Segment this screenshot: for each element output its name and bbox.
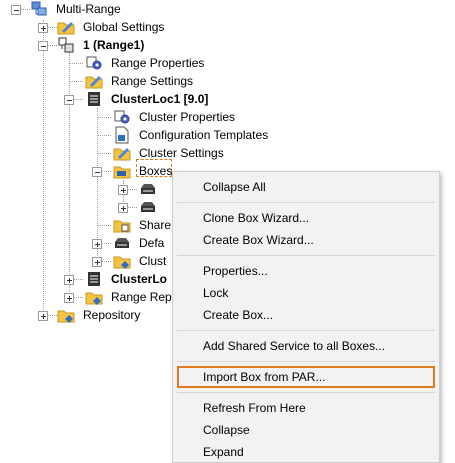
folder-cluster-icon <box>113 256 131 269</box>
box-b-expand-toggle[interactable] <box>118 203 128 213</box>
tree-node-label: Global Settings <box>83 20 165 34</box>
repository-expand-toggle[interactable] <box>38 311 48 321</box>
menu-item-collapse[interactable]: Collapse <box>177 419 435 441</box>
folder-repository-icon <box>85 292 103 305</box>
properties-gear-icon <box>86 56 102 70</box>
context-menu: Collapse All Clone Box Wizard... Create … <box>172 171 440 463</box>
tree-node-label: ClusterLo <box>111 272 168 286</box>
properties-gear-icon <box>114 110 130 124</box>
tree-node-label: Share <box>139 218 172 232</box>
root-collapse-toggle[interactable] <box>11 5 21 15</box>
menu-item-expand[interactable]: Expand <box>177 441 435 463</box>
menu-item-lock[interactable]: Lock <box>177 282 435 304</box>
box-a-expand-toggle[interactable] <box>118 185 128 195</box>
tree-node-label: Clust <box>139 254 167 268</box>
template-document-icon <box>115 126 129 144</box>
tree-node-label: Repository <box>83 308 141 322</box>
clusterloc1-collapse-toggle[interactable] <box>64 95 74 105</box>
cluster-server-icon <box>88 272 100 286</box>
tree-node-label: Cluster Properties <box>139 110 236 124</box>
default-expand-toggle[interactable] <box>92 239 102 249</box>
tree-node-label: Range Settings <box>111 74 194 88</box>
global-settings-expand-toggle[interactable] <box>38 23 48 33</box>
folder-shared-icon <box>113 220 131 233</box>
tree-node-label: Boxes <box>139 164 173 178</box>
menu-item-create-box-wizard[interactable]: Create Box Wizard... <box>177 229 435 251</box>
menu-separator <box>177 330 435 331</box>
box-device-icon <box>141 184 155 194</box>
tree-node-label: Configuration Templates <box>139 128 269 142</box>
range1-collapse-toggle[interactable] <box>38 41 48 51</box>
range-icon <box>58 37 74 53</box>
menu-item-import-box-from-par[interactable]: Import Box from PAR... <box>177 366 435 388</box>
tree-node-label: Range Rep <box>111 290 172 304</box>
folder-boxes-icon <box>113 166 131 179</box>
menu-separator <box>177 202 435 203</box>
tree-node-label: Cluster Settings <box>139 146 224 160</box>
folder-settings-icon <box>85 76 103 89</box>
menu-item-collapse-all[interactable]: Collapse All <box>177 176 435 198</box>
box-device-icon <box>115 238 129 248</box>
menu-separator <box>177 392 435 393</box>
box-device-icon <box>141 202 155 212</box>
menu-item-properties[interactable]: Properties... <box>177 260 435 282</box>
cluster-item-expand-toggle[interactable] <box>92 257 102 267</box>
folder-repository-icon <box>57 310 75 323</box>
folder-settings-icon <box>57 22 75 35</box>
boxes-collapse-toggle[interactable] <box>92 167 102 177</box>
tree-node-label: Multi-Range <box>56 2 121 16</box>
multi-range-icon <box>31 1 47 16</box>
tree-node-label: Defa <box>139 236 165 250</box>
tree-node-label: Range Properties <box>111 56 205 70</box>
folder-settings-icon <box>113 148 131 161</box>
menu-item-clone-box-wizard[interactable]: Clone Box Wizard... <box>177 207 435 229</box>
range-repository-expand-toggle[interactable] <box>64 293 74 303</box>
menu-separator <box>177 255 435 256</box>
tree-node-label: ClusterLoc1 [9.0] <box>111 92 209 106</box>
menu-item-add-shared-service[interactable]: Add Shared Service to all Boxes... <box>177 335 435 357</box>
menu-item-refresh-from-here[interactable]: Refresh From Here <box>177 397 435 419</box>
tree-node-label: 1 (Range1) <box>83 38 145 52</box>
cluster-server-icon <box>88 92 100 106</box>
clusterloc2-expand-toggle[interactable] <box>64 275 74 285</box>
menu-separator <box>177 361 435 362</box>
menu-item-create-box[interactable]: Create Box... <box>177 304 435 326</box>
